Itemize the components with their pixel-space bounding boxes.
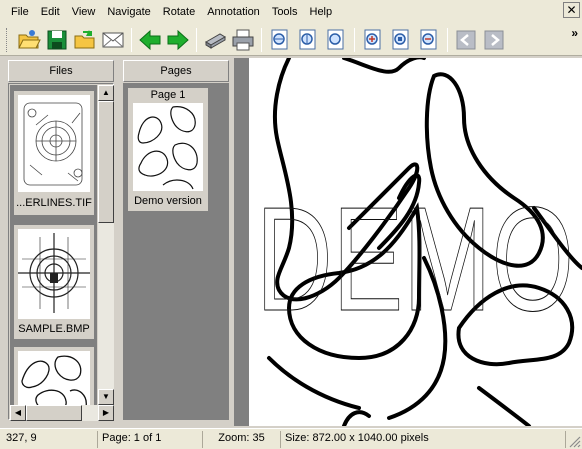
file-item[interactable]: SAMPLE.BMP bbox=[14, 225, 94, 339]
menu-rotate[interactable]: Rotate bbox=[157, 2, 201, 22]
file-item-label: SAMPLE.BMP bbox=[18, 323, 90, 335]
zoom-out-icon[interactable] bbox=[415, 26, 443, 54]
file-item[interactable] bbox=[14, 347, 94, 405]
toolbar-separator bbox=[447, 27, 448, 52]
page-item[interactable]: Page 1 Demo version bbox=[128, 88, 208, 211]
toolbar-separator bbox=[354, 27, 355, 52]
files-panel-header: Files bbox=[8, 60, 114, 82]
toolbar-separator bbox=[196, 27, 197, 52]
document-page[interactable]: DEMO bbox=[249, 58, 582, 426]
scroll-thumb-horizontal[interactable] bbox=[26, 405, 82, 421]
files-horizontal-scrollbar[interactable]: ◀ ▶ bbox=[10, 405, 114, 421]
fit-width-icon[interactable] bbox=[266, 26, 294, 54]
zoom-in-icon[interactable] bbox=[359, 26, 387, 54]
file-thumbnail bbox=[18, 95, 90, 192]
rotate-left-icon[interactable] bbox=[452, 26, 480, 54]
menu-edit[interactable]: Edit bbox=[35, 2, 66, 22]
scroll-left-icon[interactable]: ◀ bbox=[10, 405, 26, 421]
files-panel: ...ERLINES.TIF SAMPLE.BMP ▲ ▼ ◀ ▶ bbox=[8, 83, 114, 421]
demo-watermark: DEMO bbox=[256, 177, 574, 342]
print-icon[interactable] bbox=[229, 26, 257, 54]
fit-page-icon[interactable] bbox=[322, 26, 350, 54]
email-icon[interactable] bbox=[99, 26, 127, 54]
file-item-label: ...ERLINES.TIF bbox=[16, 197, 92, 209]
zoom-actual-icon[interactable] bbox=[387, 26, 415, 54]
page-thumbnail bbox=[133, 103, 203, 191]
menu-bar: File Edit View Navigate Rotate Annotatio… bbox=[0, 0, 582, 24]
toolbar-grip[interactable] bbox=[6, 27, 9, 52]
close-icon[interactable]: ✕ bbox=[563, 2, 580, 18]
scroll-down-icon[interactable]: ▼ bbox=[98, 389, 114, 405]
scroll-thumb[interactable] bbox=[98, 101, 114, 223]
toolbar-separator bbox=[261, 27, 262, 52]
scroll-up-icon[interactable]: ▲ bbox=[98, 85, 114, 101]
toolbar-overflow-icon[interactable]: » bbox=[571, 26, 578, 40]
file-thumbnail bbox=[18, 351, 90, 405]
resize-grip-icon[interactable] bbox=[569, 436, 581, 448]
menu-tools[interactable]: Tools bbox=[266, 2, 304, 22]
status-coordinates: 327, 9 bbox=[2, 431, 98, 448]
menu-view[interactable]: View bbox=[66, 2, 102, 22]
document-drawing: DEMO bbox=[256, 58, 582, 426]
menu-file[interactable]: File bbox=[5, 2, 35, 22]
toolbar-separator bbox=[131, 27, 132, 52]
page-item-label: Demo version bbox=[134, 195, 202, 207]
pages-panel-header: Pages bbox=[123, 60, 229, 82]
status-page: Page: 1 of 1 bbox=[98, 431, 203, 448]
pages-panel: Page 1 Demo version bbox=[123, 83, 229, 420]
menu-annotation[interactable]: Annotation bbox=[201, 2, 266, 22]
menu-help[interactable]: Help bbox=[304, 2, 339, 22]
forward-arrow-icon[interactable] bbox=[164, 26, 192, 54]
files-vertical-scrollbar[interactable]: ▲ ▼ bbox=[98, 85, 114, 405]
toolbar: » bbox=[0, 24, 582, 56]
status-bar: 327, 9 Page: 1 of 1 Zoom: 35 Size: 872.0… bbox=[0, 428, 582, 449]
menu-navigate[interactable]: Navigate bbox=[101, 2, 156, 22]
back-arrow-icon[interactable] bbox=[136, 26, 164, 54]
status-zoom: Zoom: 35 bbox=[203, 431, 281, 448]
status-size: Size: 872.00 x 1040.00 pixels bbox=[281, 431, 566, 448]
rotate-right-icon[interactable] bbox=[480, 26, 508, 54]
open-next-icon[interactable] bbox=[71, 26, 99, 54]
document-viewer[interactable]: DEMO bbox=[234, 58, 582, 426]
scanner-icon[interactable] bbox=[201, 26, 229, 54]
file-thumbnail bbox=[18, 229, 90, 319]
save-icon[interactable] bbox=[43, 26, 71, 54]
scroll-right-icon[interactable]: ▶ bbox=[98, 405, 114, 421]
file-thumbnail-list: ...ERLINES.TIF SAMPLE.BMP bbox=[10, 85, 97, 405]
page-item-title: Page 1 bbox=[128, 88, 208, 102]
file-item[interactable]: ...ERLINES.TIF bbox=[14, 91, 94, 215]
fit-height-icon[interactable] bbox=[294, 26, 322, 54]
open-folder-icon[interactable] bbox=[15, 26, 43, 54]
